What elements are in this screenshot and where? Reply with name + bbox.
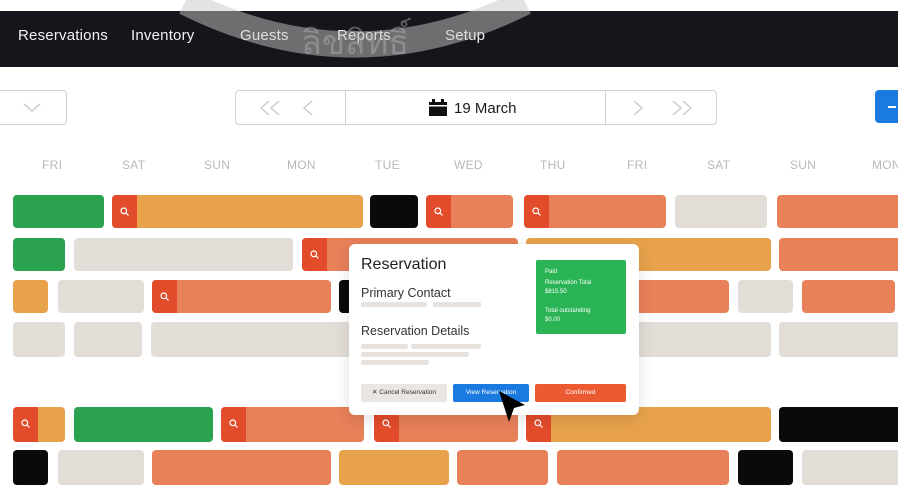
reservation-block[interactable] [13, 238, 65, 271]
blocked-block[interactable] [779, 407, 898, 442]
reservation-block[interactable] [777, 195, 898, 228]
prev-nav-group [235, 90, 347, 125]
empty-slot [13, 322, 65, 357]
modal-title: Reservation [361, 256, 447, 273]
reservation-block[interactable] [152, 280, 331, 313]
empty-slot [74, 238, 293, 271]
day-header: MON [287, 158, 316, 172]
reservation-block[interactable] [557, 450, 729, 485]
empty-slot [74, 322, 142, 357]
placeholder-line [361, 352, 469, 357]
day-header: SUN [790, 158, 817, 172]
reservation-block[interactable] [339, 450, 449, 485]
day-header: FRI [627, 158, 648, 172]
placeholder-line [361, 344, 408, 349]
blocked-block[interactable] [370, 195, 418, 228]
search-icon [434, 207, 443, 216]
outstanding-value: $0.00 [545, 317, 561, 323]
reservation-block[interactable] [112, 195, 363, 228]
add-button[interactable] [875, 90, 898, 123]
search-icon [382, 419, 391, 428]
search-icon [532, 207, 541, 216]
current-date-label: 19 March [454, 100, 517, 117]
outstanding-label: Total outstanding [545, 308, 591, 314]
mouse-cursor-icon [499, 391, 525, 422]
placeholder-line [361, 302, 427, 307]
day-header: FRI [42, 158, 63, 172]
calendar-icon [429, 99, 447, 116]
blocked-block[interactable] [13, 450, 48, 485]
nav-reservations[interactable]: Reservations [18, 27, 108, 44]
empty-slot [738, 280, 793, 313]
reservation-block[interactable] [74, 407, 213, 442]
confirmed-status-button[interactable]: Confirmed [535, 384, 626, 402]
day-header: MON [872, 158, 898, 172]
search-tag[interactable] [426, 195, 451, 228]
search-tag[interactable] [302, 238, 327, 271]
empty-slot [779, 322, 898, 357]
placeholder-line [411, 344, 481, 349]
view-dropdown[interactable] [0, 90, 67, 125]
day-header: TUE [375, 158, 400, 172]
search-tag[interactable] [221, 407, 246, 442]
reservation-block[interactable] [13, 280, 48, 313]
placeholder-line [361, 360, 429, 365]
reservation-block[interactable] [779, 238, 898, 271]
reservation-block[interactable] [152, 450, 331, 485]
placeholder-line [433, 302, 481, 307]
day-header: SAT [122, 158, 146, 172]
reservation-total-label: Reservation Total [545, 280, 592, 286]
chevron-down-icon [23, 103, 41, 112]
double-chevron-left-icon[interactable] [258, 100, 282, 116]
reservation-total-value: $815.50 [545, 289, 567, 295]
reservation-block[interactable] [457, 450, 548, 485]
chevron-right-icon[interactable] [632, 100, 644, 116]
chevron-left-icon[interactable] [302, 100, 314, 116]
payment-status: Paid [545, 269, 558, 275]
reservation-block[interactable] [13, 195, 104, 228]
search-tag[interactable] [524, 195, 549, 228]
empty-slot [58, 450, 144, 485]
reservation-details-label: Reservation Details [361, 324, 470, 338]
empty-slot [802, 450, 898, 485]
cancel-reservation-button[interactable]: ✕ Cancel Reservation [361, 384, 447, 402]
reservation-block[interactable] [630, 280, 729, 313]
primary-contact-label: Primary Contact [361, 286, 451, 300]
search-icon [310, 250, 319, 259]
empty-slot [675, 195, 767, 228]
search-icon [534, 419, 543, 428]
blocked-block[interactable] [738, 450, 793, 485]
empty-slot [630, 322, 771, 357]
reservation-block[interactable] [802, 280, 895, 313]
empty-slot [151, 322, 351, 357]
search-icon [229, 419, 238, 428]
day-header: SAT [707, 158, 731, 172]
search-icon [120, 207, 129, 216]
svg-text:ลิขสิทธิ์: ลิขสิทธิ์ [301, 17, 412, 63]
day-header: SUN [204, 158, 231, 172]
search-tag[interactable] [152, 280, 177, 313]
empty-slot [58, 280, 144, 313]
search-icon [160, 292, 169, 301]
double-chevron-right-icon[interactable] [670, 100, 694, 116]
plus-icon [888, 106, 896, 108]
search-tag[interactable] [112, 195, 137, 228]
search-tag[interactable] [13, 407, 38, 442]
search-icon [21, 419, 30, 428]
payment-summary: Paid Reservation Total $815.50 Total out… [536, 260, 626, 334]
next-nav-group [605, 90, 717, 125]
day-header: THU [540, 158, 566, 172]
day-header: WED [454, 158, 483, 172]
